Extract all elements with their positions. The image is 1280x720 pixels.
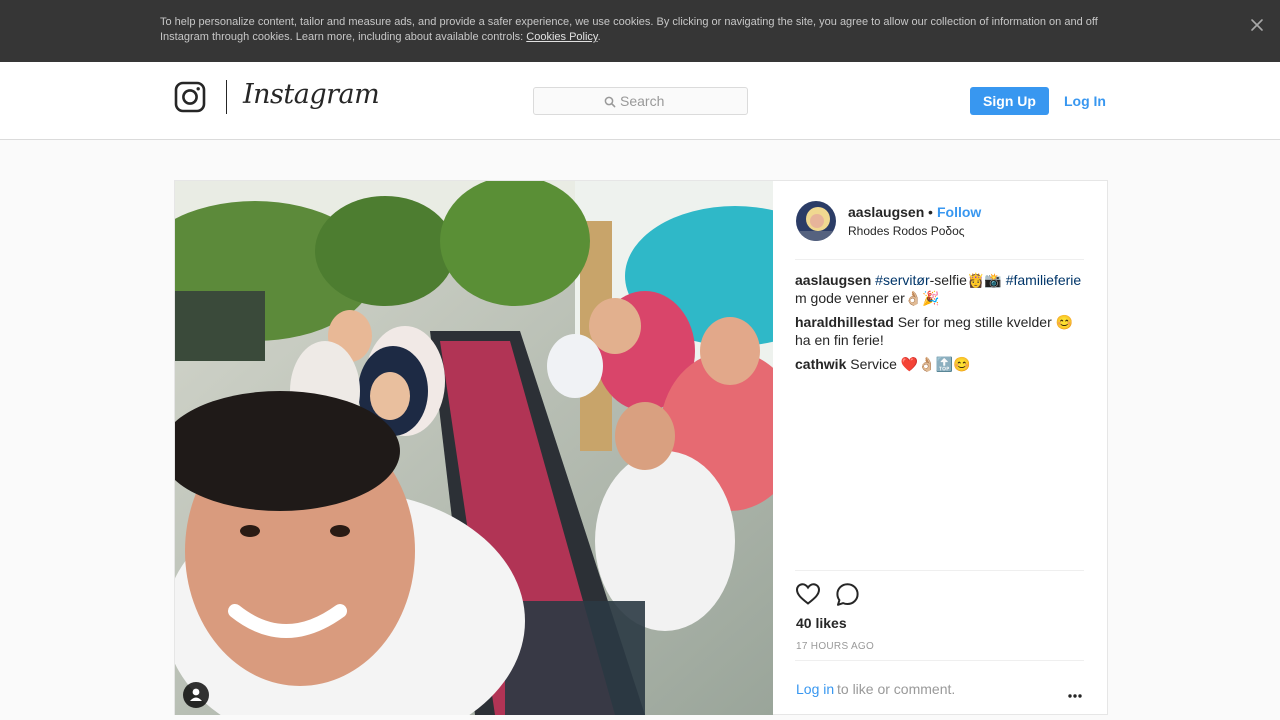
hashtag-link[interactable]: #familieferie	[1006, 272, 1081, 288]
cookie-notice-text: To help personalize content, tailor and …	[160, 15, 1110, 45]
user-tag-icon[interactable]	[183, 682, 209, 708]
comment-login-row: Log in to like or comment.	[795, 660, 1084, 712]
search-icon	[604, 95, 616, 108]
avatar[interactable]	[796, 201, 836, 241]
post-sidebar: aaslaugsen • Follow Rhodes Rodos Ροδος a…	[773, 181, 1107, 714]
list-item: cathwik Service ❤️👌🏼🔝😊	[795, 355, 1084, 373]
post-location[interactable]: Rhodes Rodos Ροδος	[848, 224, 965, 238]
login-to-comment-link[interactable]: Log in	[796, 681, 834, 697]
logo-divider	[226, 80, 227, 114]
login-prompt-text: to like or comment.	[837, 681, 956, 697]
post-actions: 40 likes 17 HOURS AGO Log in to like or …	[795, 570, 1084, 714]
heart-icon[interactable]	[795, 582, 821, 606]
comment-username[interactable]: cathwik	[795, 356, 846, 372]
likes-count[interactable]: 40 likes	[796, 615, 847, 631]
comment-icon[interactable]	[835, 582, 860, 607]
sign-up-button[interactable]: Sign Up	[970, 87, 1049, 115]
instagram-wordmark[interactable]: Instagram	[243, 79, 380, 110]
list-item: haraldhillestad Ser for meg stille kveld…	[795, 313, 1084, 349]
post-card: aaslaugsen • Follow Rhodes Rodos Ροδος a…	[174, 180, 1108, 715]
caption: aaslaugsen #servitør-selfie👸📸 #familiefe…	[795, 271, 1084, 307]
caption-username[interactable]: aaslaugsen	[795, 272, 871, 288]
separator-dot: •	[928, 204, 933, 220]
post-timestamp: 17 HOURS AGO	[796, 641, 875, 652]
cookie-notice-body: To help personalize content, tailor and …	[160, 16, 1098, 43]
cookie-notice-period: .	[597, 31, 601, 43]
search-input[interactable]	[620, 92, 740, 110]
follow-button[interactable]: Follow	[937, 204, 981, 220]
more-options-icon[interactable]	[1067, 686, 1083, 698]
post-username[interactable]: aaslaugsen	[848, 204, 924, 220]
caption-text: -selfie👸📸	[929, 272, 1002, 288]
close-icon[interactable]	[1248, 16, 1266, 34]
comment-username[interactable]: haraldhillestad	[795, 314, 894, 330]
hashtag-link[interactable]: #servitør	[875, 272, 929, 288]
caption-text-line2: m gode venner er👌🏼🎉	[795, 290, 940, 306]
comment-text: Service ❤️👌🏼🔝😊	[850, 356, 971, 372]
cookie-banner: To help personalize content, tailor and …	[0, 0, 1280, 62]
log-in-link[interactable]: Log In	[1064, 93, 1106, 109]
search-box[interactable]	[533, 87, 748, 115]
post-photo[interactable]	[175, 181, 773, 715]
top-navigation-bar: Instagram Sign Up Log In	[0, 62, 1280, 140]
instagram-camera-icon[interactable]	[174, 81, 206, 113]
post-header: aaslaugsen • Follow Rhodes Rodos Ροδος	[795, 181, 1084, 260]
cookies-policy-link[interactable]: Cookies Policy	[526, 31, 597, 43]
